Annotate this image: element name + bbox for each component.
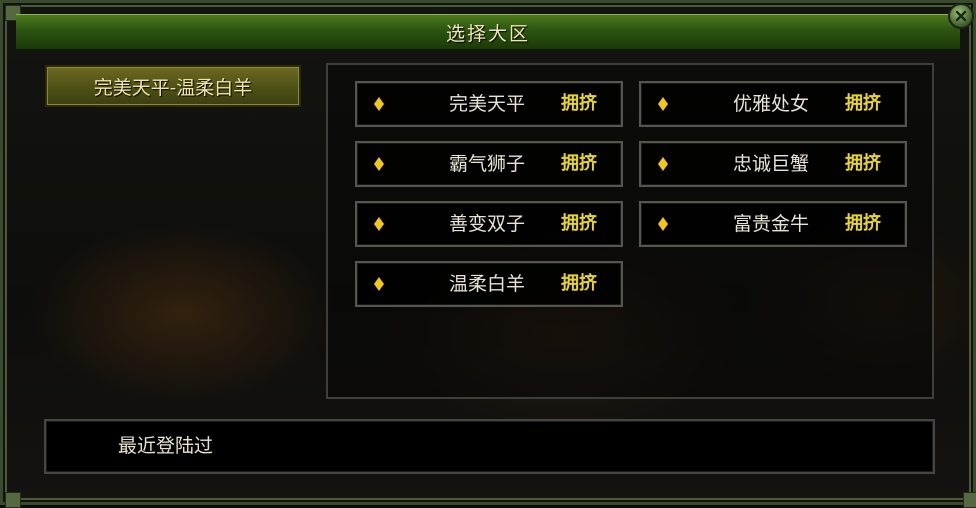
server-name: 完美天平 — [448, 93, 525, 115]
region-tab-label: 完美天平-温柔白羊 — [93, 76, 253, 99]
yellow-diamond-icon — [374, 157, 384, 171]
server-status: 拥挤 — [845, 93, 881, 114]
server-status: 拥挤 — [845, 153, 881, 174]
yellow-diamond-icon — [374, 97, 384, 111]
server-name: 温柔白羊 — [448, 273, 525, 295]
server-name: 善变双子 — [448, 213, 525, 235]
server-button[interactable]: 富贵金牛 拥挤 — [639, 201, 907, 247]
server-button[interactable]: 完美天平 拥挤 — [355, 81, 623, 127]
server-button[interactable]: 善变双子 拥挤 — [355, 201, 623, 247]
dialog-title: 选择大区 — [445, 22, 530, 45]
recent-login-label: 最近登陆过 — [118, 435, 214, 457]
frame-corner-bottom-right — [963, 492, 976, 508]
recent-login-bar[interactable]: 最近登陆过 — [44, 419, 935, 474]
yellow-diamond-icon — [658, 97, 668, 111]
server-name: 优雅处女 — [732, 93, 809, 115]
server-name: 霸气狮子 — [448, 153, 525, 175]
server-name: 富贵金牛 — [732, 213, 809, 235]
yellow-diamond-icon — [658, 217, 668, 231]
title-bar: 选择大区 — [16, 14, 960, 50]
frame-corner-bottom-left — [5, 492, 21, 508]
server-button[interactable]: 霸气狮子 拥挤 — [355, 141, 623, 187]
server-status: 拥挤 — [561, 93, 597, 114]
region-tab-selected[interactable]: 完美天平-温柔白羊 — [45, 65, 301, 107]
yellow-diamond-icon — [374, 277, 384, 291]
server-list-panel: 完美天平 拥挤 优雅处女 拥挤 霸气狮子 拥挤 忠诚巨蟹 拥挤 善变双子 拥挤 … — [326, 63, 934, 399]
server-status: 拥挤 — [845, 213, 881, 234]
server-status: 拥挤 — [561, 153, 597, 174]
server-button[interactable]: 忠诚巨蟹 拥挤 — [639, 141, 907, 187]
server-button[interactable]: 优雅处女 拥挤 — [639, 81, 907, 127]
close-x-icon — [955, 10, 967, 22]
server-button[interactable]: 温柔白羊 拥挤 — [355, 261, 623, 307]
server-status: 拥挤 — [561, 213, 597, 234]
server-status: 拥挤 — [561, 273, 597, 294]
yellow-diamond-icon — [374, 217, 384, 231]
server-name: 忠诚巨蟹 — [732, 153, 809, 175]
yellow-diamond-icon — [658, 157, 668, 171]
close-button[interactable] — [948, 3, 974, 29]
